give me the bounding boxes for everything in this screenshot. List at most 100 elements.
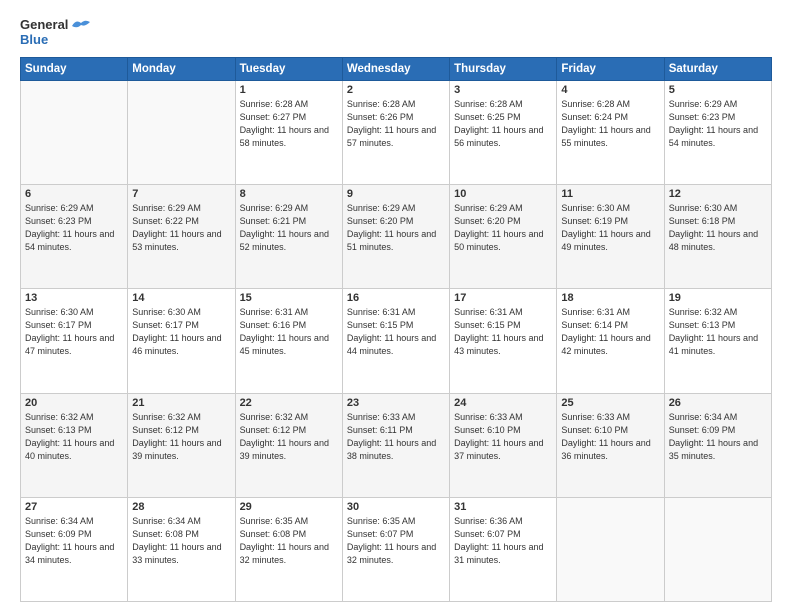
day-info: Sunrise: 6:29 AM Sunset: 6:23 PM Dayligh… [669,98,767,150]
calendar-cell: 12 Sunrise: 6:30 AM Sunset: 6:18 PM Dayli… [664,185,771,289]
header: General Blue [20,18,772,47]
calendar-cell: 15 Sunrise: 6:31 AM Sunset: 6:16 PM Dayli… [235,289,342,393]
logo-container: General Blue [20,18,90,47]
week-row-3: 13 Sunrise: 6:30 AM Sunset: 6:17 PM Dayli… [21,289,772,393]
calendar-cell: 23 Sunrise: 6:33 AM Sunset: 6:11 PM Dayli… [342,393,449,497]
day-number: 30 [347,501,445,513]
day-number: 12 [669,188,767,200]
calendar-cell: 16Sunrise: 6:31 AM Sunset: 6:15 PM Dayli… [342,289,449,393]
day-info: Sunrise: 6:29 AM Sunset: 6:20 PM Dayligh… [454,202,552,254]
calendar-cell: 11Sunrise: 6:30 AM Sunset: 6:19 PM Dayli… [557,185,664,289]
day-info: Sunrise: 6:28 AM Sunset: 6:26 PM Dayligh… [347,98,445,150]
weekday-header-monday: Monday [128,57,235,80]
weekday-header-row: SundayMondayTuesdayWednesdayThursdayFrid… [21,57,772,80]
day-number: 8 [240,188,338,200]
calendar-cell [664,497,771,601]
calendar-cell: 2 Sunrise: 6:28 AM Sunset: 6:26 PM Daylig… [342,80,449,184]
logo-bird-icon [72,19,90,33]
day-number: 9 [347,188,445,200]
week-row-4: 20 Sunrise: 6:32 AM Sunset: 6:13 PM Dayli… [21,393,772,497]
weekday-header-wednesday: Wednesday [342,57,449,80]
day-info: Sunrise: 6:30 AM Sunset: 6:19 PM Dayligh… [561,202,659,254]
calendar-cell: 9 Sunrise: 6:29 AM Sunset: 6:20 PM Daylig… [342,185,449,289]
day-number: 20 [25,397,123,409]
day-info: Sunrise: 6:29 AM Sunset: 6:22 PM Dayligh… [132,202,230,254]
page: General Blue SundayMondayTuesdayWednesda… [0,0,792,612]
day-info: Sunrise: 6:29 AM Sunset: 6:21 PM Dayligh… [240,202,338,254]
day-info: Sunrise: 6:30 AM Sunset: 6:17 PM Dayligh… [132,306,230,358]
calendar-table: SundayMondayTuesdayWednesdayThursdayFrid… [20,57,772,602]
day-number: 7 [132,188,230,200]
day-info: Sunrise: 6:34 AM Sunset: 6:08 PM Dayligh… [132,515,230,567]
day-number: 28 [132,501,230,513]
calendar-cell: 27Sunrise: 6:34 AM Sunset: 6:09 PM Dayli… [21,497,128,601]
day-number: 4 [561,84,659,96]
calendar-cell: 25 Sunrise: 6:33 AM Sunset: 6:10 PM Dayli… [557,393,664,497]
calendar-cell: 13 Sunrise: 6:30 AM Sunset: 6:17 PM Dayli… [21,289,128,393]
day-info: Sunrise: 6:33 AM Sunset: 6:11 PM Dayligh… [347,411,445,463]
day-info: Sunrise: 6:32 AM Sunset: 6:12 PM Dayligh… [240,411,338,463]
day-info: Sunrise: 6:32 AM Sunset: 6:13 PM Dayligh… [669,306,767,358]
week-row-1: 1Sunrise: 6:28 AM Sunset: 6:27 PM Daylig… [21,80,772,184]
weekday-header-friday: Friday [557,57,664,80]
day-number: 19 [669,292,767,304]
calendar-cell: 30Sunrise: 6:35 AM Sunset: 6:07 PM Dayli… [342,497,449,601]
day-info: Sunrise: 6:34 AM Sunset: 6:09 PM Dayligh… [25,515,123,567]
calendar-cell: 8 Sunrise: 6:29 AM Sunset: 6:21 PM Daylig… [235,185,342,289]
day-number: 24 [454,397,552,409]
calendar-cell: 14 Sunrise: 6:30 AM Sunset: 6:17 PM Dayli… [128,289,235,393]
calendar-cell: 18 Sunrise: 6:31 AM Sunset: 6:14 PM Dayli… [557,289,664,393]
logo-general: General [20,18,90,33]
day-number: 25 [561,397,659,409]
day-info: Sunrise: 6:33 AM Sunset: 6:10 PM Dayligh… [561,411,659,463]
weekday-header-thursday: Thursday [450,57,557,80]
calendar-cell [128,80,235,184]
day-info: Sunrise: 6:30 AM Sunset: 6:18 PM Dayligh… [669,202,767,254]
day-info: Sunrise: 6:36 AM Sunset: 6:07 PM Dayligh… [454,515,552,567]
day-number: 29 [240,501,338,513]
day-number: 2 [347,84,445,96]
day-info: Sunrise: 6:28 AM Sunset: 6:25 PM Dayligh… [454,98,552,150]
day-info: Sunrise: 6:31 AM Sunset: 6:14 PM Dayligh… [561,306,659,358]
calendar-cell: 24 Sunrise: 6:33 AM Sunset: 6:10 PM Dayli… [450,393,557,497]
day-info: Sunrise: 6:33 AM Sunset: 6:10 PM Dayligh… [454,411,552,463]
day-info: Sunrise: 6:32 AM Sunset: 6:12 PM Dayligh… [132,411,230,463]
calendar-cell: 21 Sunrise: 6:32 AM Sunset: 6:12 PM Dayli… [128,393,235,497]
day-info: Sunrise: 6:32 AM Sunset: 6:13 PM Dayligh… [25,411,123,463]
day-number: 23 [347,397,445,409]
logo: General Blue [20,18,90,47]
calendar-cell: 10 Sunrise: 6:29 AM Sunset: 6:20 PM Dayli… [450,185,557,289]
calendar-cell: 29Sunrise: 6:35 AM Sunset: 6:08 PM Dayli… [235,497,342,601]
day-number: 6 [25,188,123,200]
day-info: Sunrise: 6:31 AM Sunset: 6:16 PM Dayligh… [240,306,338,358]
day-info: Sunrise: 6:30 AM Sunset: 6:17 PM Dayligh… [25,306,123,358]
calendar-cell: 3 Sunrise: 6:28 AM Sunset: 6:25 PM Daylig… [450,80,557,184]
calendar-cell: 5 Sunrise: 6:29 AM Sunset: 6:23 PM Daylig… [664,80,771,184]
calendar-cell [557,497,664,601]
day-number: 3 [454,84,552,96]
day-number: 26 [669,397,767,409]
calendar-cell: 20 Sunrise: 6:32 AM Sunset: 6:13 PM Dayli… [21,393,128,497]
week-row-5: 27Sunrise: 6:34 AM Sunset: 6:09 PM Dayli… [21,497,772,601]
calendar-cell: 6 Sunrise: 6:29 AM Sunset: 6:23 PM Daylig… [21,185,128,289]
day-number: 15 [240,292,338,304]
day-number: 21 [132,397,230,409]
day-number: 10 [454,188,552,200]
calendar-cell [21,80,128,184]
weekday-header-saturday: Saturday [664,57,771,80]
calendar-cell: 1Sunrise: 6:28 AM Sunset: 6:27 PM Daylig… [235,80,342,184]
day-number: 14 [132,292,230,304]
day-number: 18 [561,292,659,304]
calendar-cell: 22Sunrise: 6:32 AM Sunset: 6:12 PM Dayli… [235,393,342,497]
day-info: Sunrise: 6:34 AM Sunset: 6:09 PM Dayligh… [669,411,767,463]
week-row-2: 6 Sunrise: 6:29 AM Sunset: 6:23 PM Daylig… [21,185,772,289]
calendar-cell: 7 Sunrise: 6:29 AM Sunset: 6:22 PM Daylig… [128,185,235,289]
day-number: 31 [454,501,552,513]
day-info: Sunrise: 6:29 AM Sunset: 6:23 PM Dayligh… [25,202,123,254]
day-info: Sunrise: 6:29 AM Sunset: 6:20 PM Dayligh… [347,202,445,254]
day-number: 13 [25,292,123,304]
day-info: Sunrise: 6:28 AM Sunset: 6:24 PM Dayligh… [561,98,659,150]
day-number: 16 [347,292,445,304]
logo-blue: Blue [20,33,90,47]
day-number: 5 [669,84,767,96]
